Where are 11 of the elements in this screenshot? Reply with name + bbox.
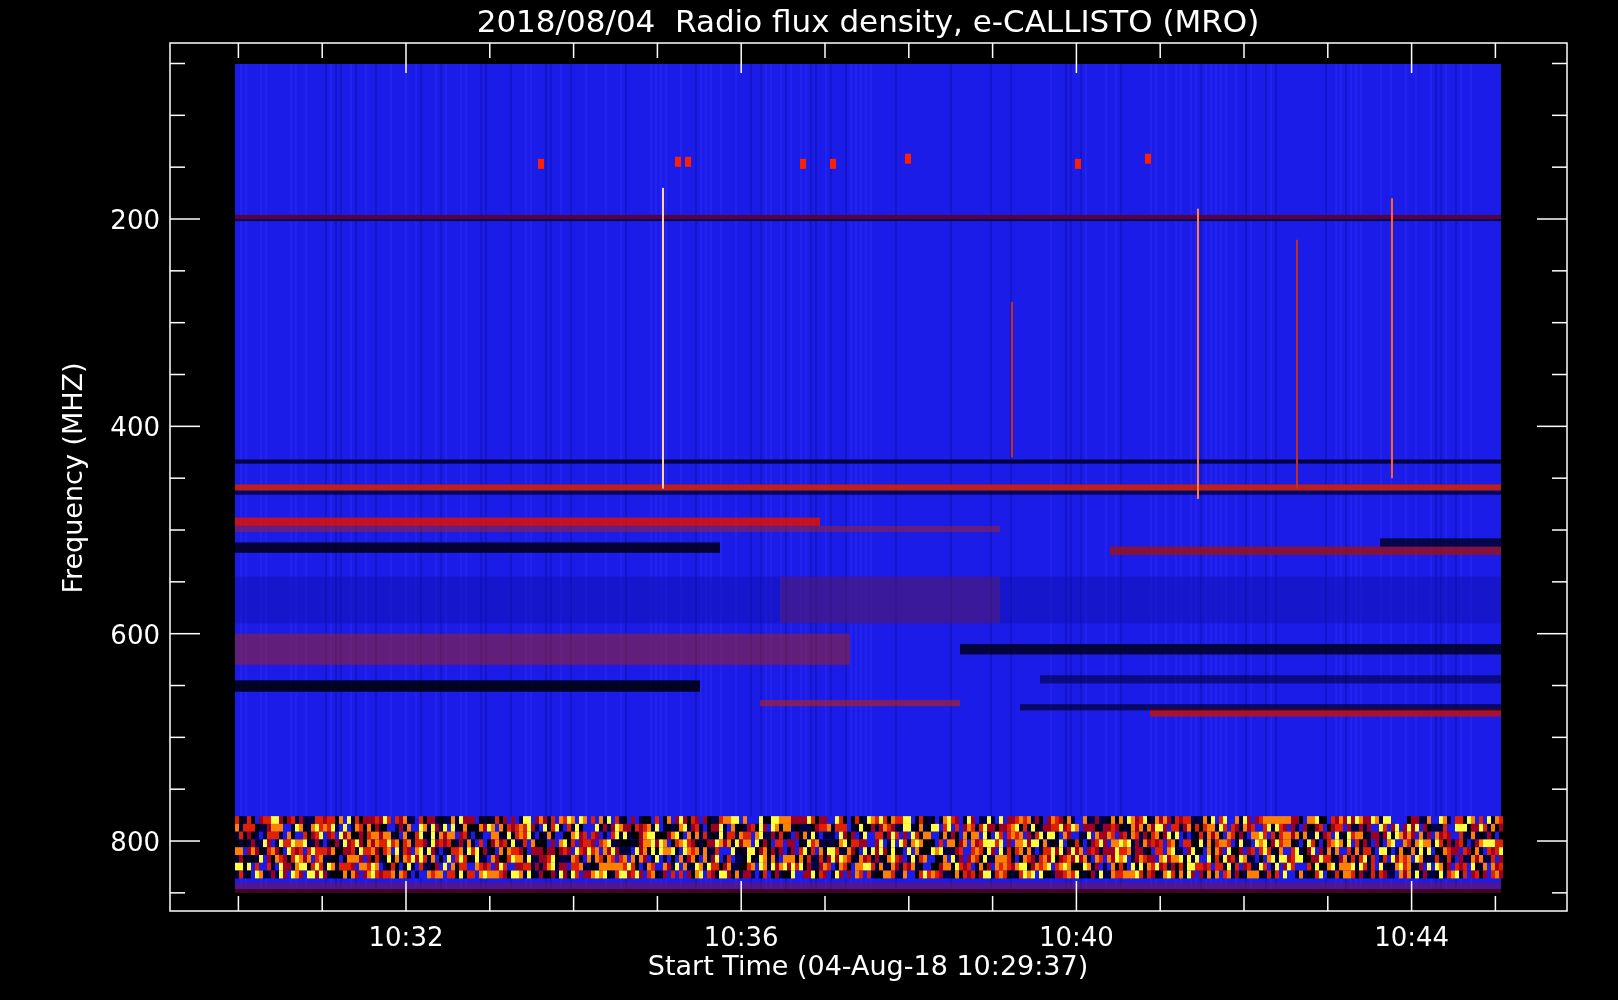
axis-label: Start Time (04-Aug-18 10:29:37) <box>647 950 1089 981</box>
tick-label: 200 <box>110 205 160 235</box>
tick-label: 400 <box>110 412 160 443</box>
chart-title: 2018/08/04 Radio flux density, e-CALLISTO (MRO) <box>476 3 1260 39</box>
tick-label: 800 <box>110 827 160 857</box>
tick-label: 10:44 <box>1374 922 1450 952</box>
tick-label: 10:40 <box>1038 922 1114 952</box>
axis-label: Frequency (MHZ) <box>57 362 88 594</box>
tick-label: 10:32 <box>368 922 444 952</box>
tick-label: 10:36 <box>703 922 779 952</box>
tick-label: 600 <box>110 619 160 650</box>
